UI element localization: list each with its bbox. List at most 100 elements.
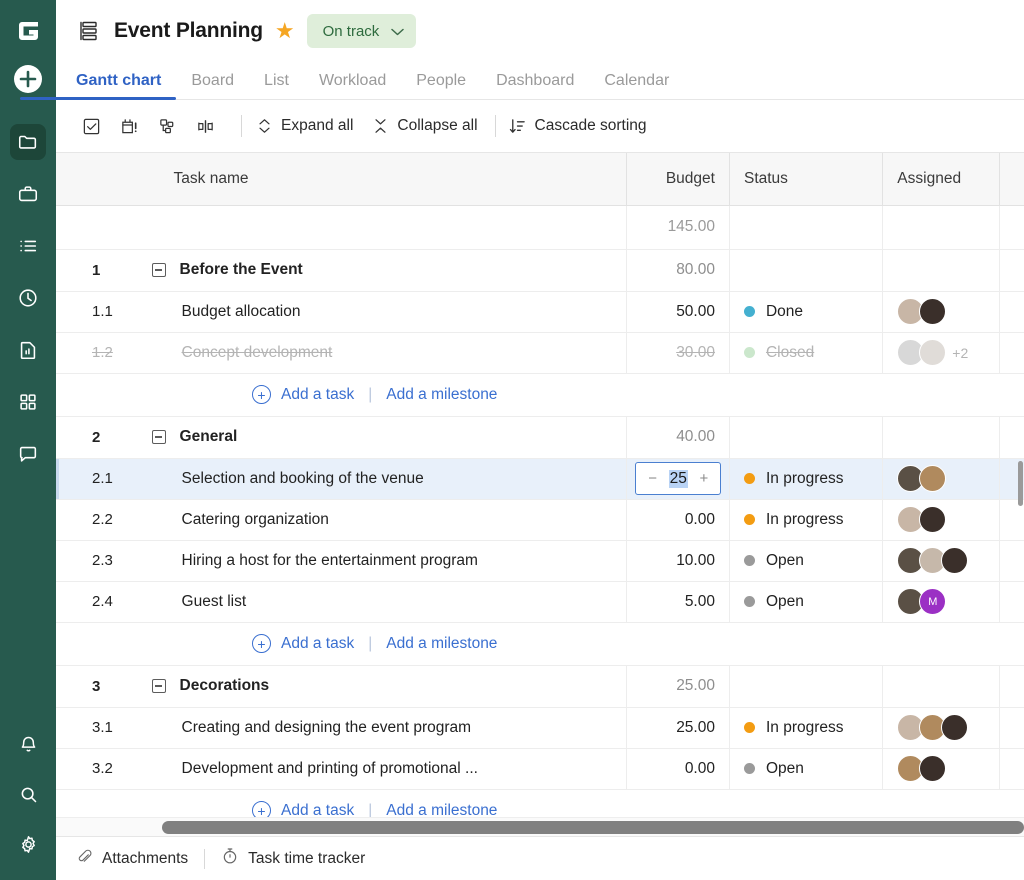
- task-name[interactable]: Hiring a host for the entertainment prog…: [136, 552, 613, 570]
- sidebar-item-search[interactable]: [10, 776, 46, 812]
- table-row[interactable]: 2.3 Hiring a host for the entertainment p…: [56, 540, 1024, 582]
- sidebar-item-reports[interactable]: [10, 332, 46, 368]
- status-badge[interactable]: In progress: [743, 719, 868, 737]
- row-menu-button[interactable]: ···: [999, 540, 1024, 582]
- table-row-group[interactable]: 2 General 40.00 ···: [56, 416, 1024, 459]
- avatar-overflow-count[interactable]: +2: [952, 345, 968, 361]
- table-row[interactable]: 2.1 Selection and booking of the venue −25…: [56, 458, 1024, 500]
- status-badge[interactable]: Open: [743, 552, 868, 570]
- sidebar-item-chat[interactable]: [10, 436, 46, 472]
- sidebar-item-settings[interactable]: [10, 826, 46, 862]
- table-row-group[interactable]: 1 Before the Event 80.00 ···: [56, 249, 1024, 292]
- row-assigned[interactable]: [882, 540, 1000, 582]
- add-milestone-link[interactable]: Add a milestone: [386, 386, 497, 404]
- resize-columns-icon[interactable]: [190, 111, 220, 141]
- sidebar-item-notifications[interactable]: [10, 726, 46, 762]
- add-milestone-link[interactable]: Add a milestone: [386, 635, 497, 653]
- row-menu-button[interactable]: ···: [999, 748, 1024, 790]
- horizontal-scrollbar-thumb[interactable]: [162, 821, 1024, 834]
- row-menu-button[interactable]: ···: [999, 249, 1024, 292]
- avatar-group[interactable]: [897, 714, 984, 741]
- row-menu-button[interactable]: ···: [999, 332, 1024, 374]
- vertical-scrollbar-thumb[interactable]: [1018, 461, 1023, 506]
- add-task-link[interactable]: Add a task: [281, 386, 354, 404]
- calendar-alert-icon[interactable]: [114, 111, 144, 141]
- task-name[interactable]: Budget allocation: [136, 303, 613, 321]
- column-header-assigned[interactable]: Assigned: [882, 153, 1000, 206]
- row-budget[interactable]: 0.00: [626, 748, 730, 790]
- table-row[interactable]: 2.4 Guest list 5.00 Open M ···: [56, 581, 1024, 623]
- row-menu-button[interactable]: ···: [999, 416, 1024, 459]
- task-time-tracker-button[interactable]: Task time tracker: [221, 847, 365, 870]
- row-status[interactable]: Open: [729, 581, 884, 623]
- column-header-status[interactable]: Status: [729, 153, 884, 206]
- row-task-name[interactable]: Creating and designing the event program: [121, 707, 628, 749]
- row-status[interactable]: In progress: [729, 458, 884, 500]
- row-task-name[interactable]: Development and printing of promotional …: [121, 748, 628, 790]
- row-budget[interactable]: 10.00: [626, 540, 730, 582]
- row-task-name[interactable]: Catering organization: [121, 499, 628, 541]
- collapse-toggle-icon[interactable]: [151, 263, 166, 277]
- row-task-name[interactable]: Guest list: [121, 581, 628, 623]
- table-row[interactable]: 1.2 Concept development 30.00 Closed +2 ···: [56, 332, 1024, 374]
- task-name[interactable]: Creating and designing the event program: [136, 719, 613, 737]
- row-status[interactable]: [729, 249, 884, 292]
- plus-circle-icon[interactable]: +: [252, 385, 271, 404]
- sidebar-item-portfolio[interactable]: [10, 176, 46, 212]
- sidebar-item-projects[interactable]: [10, 124, 46, 160]
- status-badge[interactable]: Open: [743, 593, 868, 611]
- table-row[interactable]: 3.2 Development and printing of promotion…: [56, 748, 1024, 790]
- task-name[interactable]: Development and printing of promotional …: [136, 760, 613, 778]
- collapse-toggle-icon[interactable]: [151, 430, 166, 444]
- status-badge[interactable]: In progress: [743, 511, 868, 529]
- tab-dashboard[interactable]: Dashboard: [481, 72, 589, 99]
- row-task-name[interactable]: Decorations: [121, 665, 628, 708]
- table-row-group[interactable]: 3 Decorations 25.00 ···: [56, 665, 1024, 708]
- column-header-budget[interactable]: Budget: [626, 153, 730, 206]
- avatar[interactable]: [919, 339, 947, 366]
- avatar-group[interactable]: [897, 298, 984, 325]
- row-status[interactable]: [729, 416, 884, 459]
- avatar-group[interactable]: +2: [897, 339, 984, 366]
- row-budget[interactable]: 40.00: [626, 416, 730, 459]
- task-name[interactable]: Catering organization: [136, 511, 613, 529]
- row-budget[interactable]: 80.00: [626, 249, 730, 292]
- tab-calendar[interactable]: Calendar: [589, 72, 684, 99]
- app-logo[interactable]: [8, 10, 48, 50]
- tab-workload[interactable]: Workload: [304, 72, 401, 99]
- task-name[interactable]: Selection and booking of the venue: [136, 470, 613, 488]
- attachments-button[interactable]: Attachments: [76, 848, 188, 870]
- tab-people[interactable]: People: [401, 72, 481, 99]
- budget-input-value[interactable]: 25: [668, 469, 688, 488]
- budget-increment-button[interactable]: +: [696, 470, 712, 487]
- row-assigned[interactable]: [882, 499, 1000, 541]
- status-badge[interactable]: In progress: [743, 470, 868, 488]
- sidebar-item-time[interactable]: [10, 280, 46, 316]
- row-menu-button[interactable]: ···: [999, 707, 1024, 749]
- row-task-name[interactable]: Selection and booking of the venue: [121, 458, 628, 500]
- status-badge[interactable]: Closed: [743, 344, 868, 362]
- avatar[interactable]: M: [919, 588, 947, 615]
- row-task-name[interactable]: Before the Event: [121, 249, 628, 292]
- tab-gantt-chart[interactable]: Gantt chart: [20, 72, 177, 100]
- row-status[interactable]: In progress: [729, 707, 884, 749]
- row-assigned[interactable]: [882, 748, 1000, 790]
- tab-board[interactable]: Board: [176, 72, 249, 99]
- row-status[interactable]: In progress: [729, 499, 884, 541]
- avatar-group[interactable]: [897, 547, 984, 574]
- row-budget[interactable]: 50.00: [626, 291, 730, 333]
- row-assigned[interactable]: [882, 249, 1000, 292]
- status-badge[interactable]: Done: [743, 303, 868, 321]
- task-name[interactable]: Concept development: [136, 344, 613, 362]
- avatar[interactable]: [919, 506, 947, 533]
- row-status[interactable]: Open: [729, 748, 884, 790]
- sidebar-item-apps[interactable]: [10, 384, 46, 420]
- add-task-link[interactable]: Add a task: [281, 635, 354, 653]
- row-budget[interactable]: 5.00: [626, 581, 730, 623]
- cascade-sorting-button[interactable]: Cascade sorting: [509, 117, 647, 135]
- star-icon[interactable]: ★: [275, 20, 295, 42]
- row-assigned[interactable]: M: [882, 581, 1000, 623]
- add-column-button[interactable]: +: [999, 153, 1024, 206]
- table-row[interactable]: 2.2Catering organization0.00In progress·…: [56, 499, 1024, 541]
- row-budget[interactable]: 30.00: [626, 332, 730, 374]
